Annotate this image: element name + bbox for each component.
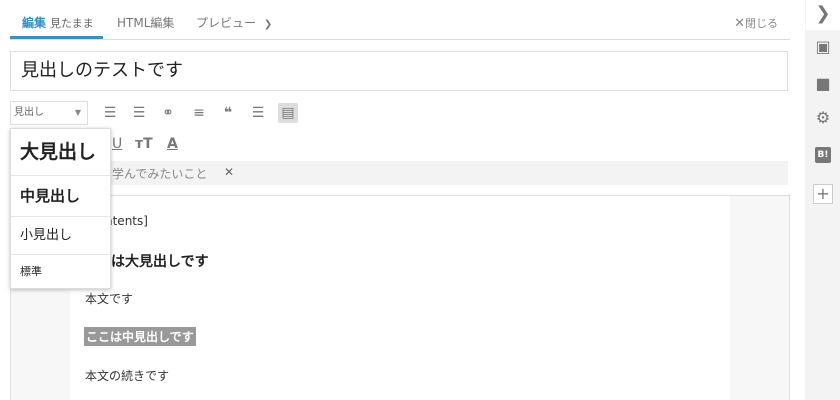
editor-paragraph-1: 本文です: [85, 292, 134, 306]
bulleted-list-icon[interactable]: ☰: [100, 103, 120, 123]
tab-html-edit[interactable]: HTML編集: [117, 14, 174, 31]
blockquote-icon[interactable]: ❝: [218, 103, 238, 123]
hatena-bookmark-icon[interactable]: B!: [815, 147, 831, 163]
tab-visual-edit[interactable]: 編集 見たまま: [22, 14, 94, 31]
chevron-right-icon[interactable]: ❯: [806, 0, 840, 30]
tag-label: ま学んでみたいこと: [100, 167, 208, 181]
heading-format-select[interactable]: 見出し ▼: [10, 101, 88, 125]
text-color-icon[interactable]: A: [167, 134, 178, 154]
more-separator-icon[interactable]: ≡: [189, 103, 209, 123]
heading-select-value: 見出し: [14, 107, 44, 118]
tab-visual-label: 編集: [22, 16, 47, 30]
tab-visual-sub: 見たまま: [50, 17, 94, 30]
toc-tag-text: ntents]: [105, 214, 148, 228]
gear-icon[interactable]: ⚙: [813, 108, 833, 128]
dropdown-item-normal[interactable]: 標準: [11, 255, 110, 288]
tab-preview-label: プレビュー: [196, 16, 257, 30]
link-icon[interactable]: ⚭: [158, 103, 178, 123]
underline-icon[interactable]: U: [112, 134, 122, 154]
close-label: 閉じる: [745, 17, 778, 30]
numbered-list-icon[interactable]: ☰: [129, 103, 149, 123]
dropdown-item-h2[interactable]: 中見出し: [11, 176, 110, 217]
title-input[interactable]: 見出しのテストです: [10, 51, 788, 91]
table-of-contents-icon[interactable]: ☰: [248, 103, 268, 123]
tabs-divider: [10, 39, 790, 40]
insert-template-icon[interactable]: ▤: [278, 103, 298, 123]
close-icon: ✕: [734, 16, 745, 31]
plus-icon[interactable]: +: [813, 184, 833, 204]
folder-icon[interactable]: ■: [813, 74, 833, 94]
dropdown-item-h3[interactable]: 小見出し: [11, 217, 110, 255]
remove-tag-icon[interactable]: ✕: [224, 165, 234, 179]
editor-paragraph-2: 本文の続きです: [85, 369, 170, 383]
editor-heading-2: ここは中見出しです: [84, 327, 196, 346]
chevron-down-icon: ❯: [263, 19, 273, 30]
editor-heading-1: は大見出しです: [111, 254, 209, 270]
image-icon[interactable]: ▣: [813, 37, 833, 57]
heading-dropdown-menu: 大見出し 中見出し 小見出し 標準: [10, 128, 111, 289]
close-button[interactable]: ✕閉じる: [734, 15, 778, 31]
dropdown-item-h1[interactable]: 大見出し: [11, 129, 110, 176]
font-size-icon[interactable]: тT: [135, 134, 153, 154]
tab-preview[interactable]: プレビュー ❯: [196, 14, 272, 31]
caret-down-icon: ▼: [74, 108, 81, 117]
